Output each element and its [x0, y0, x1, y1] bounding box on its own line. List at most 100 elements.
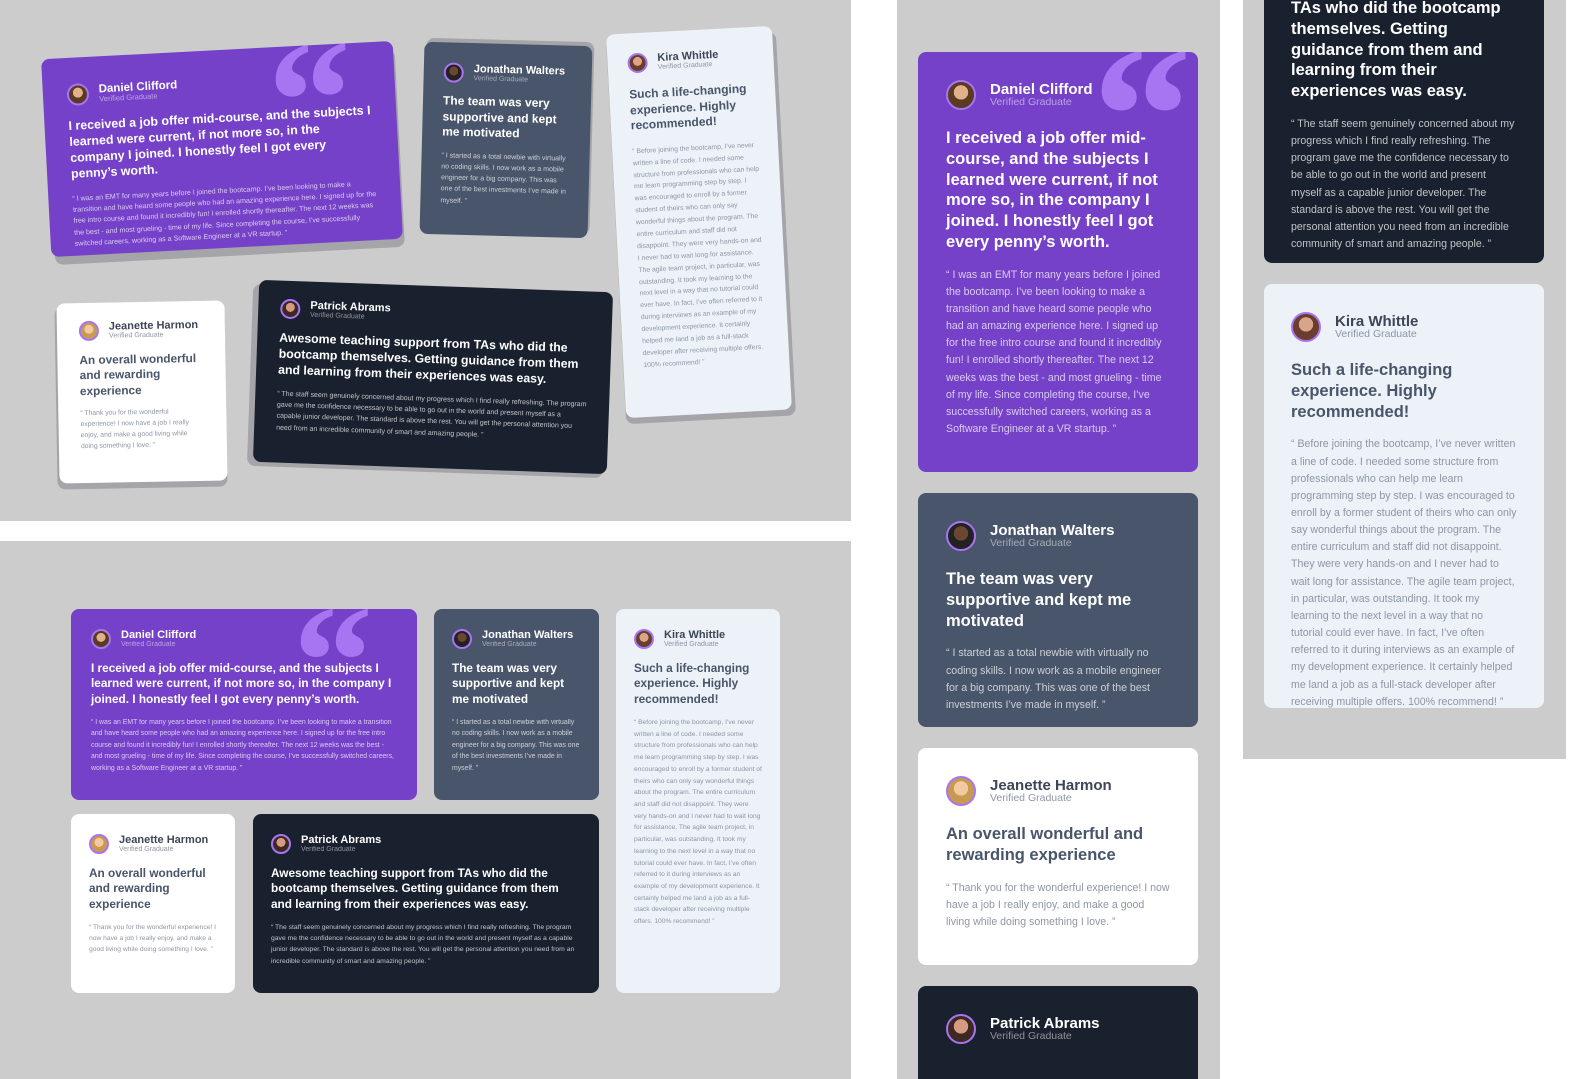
- card-header: Kira Whittle Verified Graduate: [1291, 312, 1517, 342]
- testimonial-card-jeanette: Jeanette Harmon Verified Graduate An ove…: [918, 748, 1198, 965]
- testimonial-quote: “ Thank you for the wonderful experience…: [946, 881, 1170, 928]
- author-name: Jeanette Harmon: [990, 776, 1112, 794]
- author-name: Patrick Abrams: [990, 1014, 1100, 1032]
- preview-tilted-panel: “ Daniel Clifford Verified Graduate I re…: [0, 0, 851, 521]
- author-status: Verified Graduate: [121, 641, 176, 649]
- card-header: Jonathan Walters Verified Graduate: [443, 62, 571, 85]
- card-header: Jonathan Walters Verified Graduate: [452, 629, 581, 649]
- testimonial-headline: An overall wonderful and rewarding exper…: [79, 351, 197, 398]
- author-name: Jonathan Walters: [482, 628, 574, 641]
- author-name: Jeanette Harmon: [108, 318, 199, 333]
- testimonial-card-jonathan: Jonathan Walters Verified Graduate The t…: [918, 493, 1198, 727]
- testimonial-quote: “ The staff seem genuinely concerned abo…: [1291, 117, 1515, 250]
- testimonial-headline: Awesome teaching support from TAs who di…: [271, 866, 559, 911]
- jeanette-avatar: [89, 834, 109, 854]
- testimonial-headline: The team was very supportive and kept me…: [442, 93, 557, 141]
- card-header: Jeanette Harmon Verified Graduate: [78, 318, 203, 342]
- author-status: Verified Graduate: [309, 311, 365, 321]
- author-name: Kira Whittle: [664, 628, 726, 641]
- jonathan-avatar: [443, 62, 465, 83]
- testimonial-headline: Such a life-changing experience. Highly …: [1291, 361, 1453, 421]
- testimonial-card-patrick-continued: TAs who did the bootcamp themselves. Get…: [1264, 0, 1544, 263]
- card-header: Patrick Abrams Verified Graduate: [271, 834, 581, 854]
- mobile-column-continued-panel: TAs who did the bootcamp themselves. Get…: [1243, 0, 1566, 759]
- testimonial-card-kira: Kira Whittle Verified Graduate Such a li…: [616, 609, 780, 993]
- testimonial-headline: The team was very supportive and kept me…: [946, 570, 1132, 630]
- card-header: Jeanette Harmon Verified Graduate: [946, 776, 1170, 806]
- patrick-avatar: [946, 1014, 976, 1044]
- kira-avatar: [634, 629, 654, 649]
- testimonial-card-patrick: Patrick Abrams Verified Graduate: [918, 986, 1198, 1079]
- testimonial-card-daniel: “ Daniel Clifford Verified Graduate I re…: [918, 52, 1198, 472]
- testimonial-card-patrick: Patrick Abrams Verified Graduate Awesome…: [253, 814, 599, 993]
- author-name: Jeanette Harmon: [119, 833, 209, 846]
- testimonial-card-daniel: “ Daniel Clifford Verified Graduate I re…: [71, 609, 417, 800]
- testimonial-quote: “ I started as a total newbie with virtu…: [440, 152, 567, 205]
- testimonial-headline: Such a life-changing experience. Highly …: [634, 661, 750, 706]
- testimonial-card-jeanette: Jeanette Harmon Verified Graduate An ove…: [56, 300, 228, 484]
- testimonial-headline: Awesome teaching support from TAs who di…: [277, 330, 579, 386]
- author-name: Patrick Abrams: [301, 833, 382, 846]
- author-status: Verified Graduate: [990, 96, 1072, 109]
- jonathan-avatar: [452, 629, 472, 649]
- testimonial-quote: “ Before joining the bootcamp, I’ve neve…: [1291, 438, 1517, 708]
- author-status: Verified Graduate: [664, 641, 719, 649]
- daniel-avatar: [91, 629, 111, 649]
- author-status: Verified Graduate: [482, 641, 537, 649]
- author-name: Kira Whittle: [1335, 312, 1419, 330]
- testimonial-quote: “ I was an EMT for many years before I j…: [91, 718, 394, 772]
- jonathan-avatar: [946, 521, 976, 551]
- card-header: Kira Whittle Verified Graduate: [634, 629, 762, 649]
- card-header: Patrick Abrams Verified Graduate: [946, 1014, 1170, 1044]
- testimonial-quote: “ I started as a total newbie with virtu…: [452, 718, 580, 772]
- testimonial-card-jonathan: Jonathan Walters Verified Graduate The t…: [434, 609, 599, 800]
- daniel-avatar: [66, 82, 90, 107]
- testimonial-headline: TAs who did the bootcamp themselves. Get…: [1291, 0, 1501, 101]
- kira-avatar: [627, 52, 649, 74]
- jeanette-avatar: [78, 320, 100, 342]
- author-status: Verified Graduate: [473, 75, 529, 84]
- testimonial-quote: “ Thank you for the wonderful experience…: [80, 408, 190, 450]
- card-header: Jonathan Walters Verified Graduate: [946, 521, 1170, 551]
- testimonial-quote: “ The staff seem genuinely concerned abo…: [276, 390, 587, 439]
- author-status: Verified Graduate: [990, 1030, 1072, 1043]
- testimonial-card-jonathan: Jonathan Walters Verified Graduate The t…: [419, 41, 593, 239]
- card-header: Patrick Abrams Verified Graduate: [279, 298, 591, 330]
- testimonial-headline: An overall wonderful and rewarding exper…: [89, 866, 206, 911]
- card-header: Daniel Clifford Verified Graduate: [91, 629, 397, 649]
- daniel-avatar: [946, 80, 976, 110]
- author-status: Verified Graduate: [990, 537, 1072, 550]
- testimonial-quote: “ I was an EMT for many years before I j…: [946, 268, 1162, 436]
- testimonial-quote: “ Before joining the bootcamp, I’ve neve…: [634, 718, 762, 926]
- author-status: Verified Graduate: [119, 846, 174, 854]
- author-status: Verified Graduate: [301, 846, 356, 854]
- testimonial-headline: An overall wonderful and rewarding exper…: [946, 825, 1144, 864]
- testimonial-quote: “ I was an EMT for many years before I j…: [72, 179, 377, 248]
- testimonial-card-patrick: Patrick Abrams Verified Graduate Awesome…: [252, 279, 614, 475]
- author-status: Verified Graduate: [98, 91, 158, 104]
- author-name: Jonathan Walters: [990, 521, 1115, 539]
- patrick-avatar: [279, 298, 301, 320]
- testimonial-headline: I received a job offer mid-course, and t…: [946, 129, 1158, 251]
- jeanette-avatar: [946, 776, 976, 806]
- testimonial-headline: The team was very supportive and kept me…: [452, 661, 565, 706]
- testimonial-card-kira: Kira Whittle Verified Graduate Such a li…: [606, 25, 792, 419]
- kira-avatar: [1291, 312, 1321, 342]
- author-status: Verified Graduate: [108, 331, 164, 340]
- testimonial-headline: Such a life-changing experience. Highly …: [628, 81, 747, 133]
- testimonial-card-daniel: “ Daniel Clifford Verified Graduate I re…: [41, 40, 403, 258]
- author-name: Daniel Clifford: [990, 80, 1093, 98]
- testimonial-card-kira: Kira Whittle Verified Graduate Such a li…: [1264, 284, 1544, 708]
- mobile-column-panel: “ Daniel Clifford Verified Graduate I re…: [897, 0, 1220, 1079]
- testimonial-headline: I received a job offer mid-course, and t…: [91, 661, 392, 706]
- author-name: Daniel Clifford: [121, 628, 197, 641]
- testimonial-quote: “ Before joining the bootcamp, I’ve neve…: [632, 141, 764, 369]
- testimonial-card-jeanette: Jeanette Harmon Verified Graduate An ove…: [71, 814, 235, 993]
- patrick-avatar: [271, 834, 291, 854]
- author-status: Verified Graduate: [1335, 328, 1417, 341]
- card-header: Daniel Clifford Verified Graduate: [946, 80, 1170, 110]
- testimonial-quote: “ I started as a total newbie with virtu…: [946, 647, 1161, 711]
- author-status: Verified Graduate: [990, 792, 1072, 805]
- desktop-grid-panel: “ Daniel Clifford Verified Graduate I re…: [0, 541, 851, 1079]
- testimonial-quote: “ The staff seem genuinely concerned abo…: [271, 923, 575, 965]
